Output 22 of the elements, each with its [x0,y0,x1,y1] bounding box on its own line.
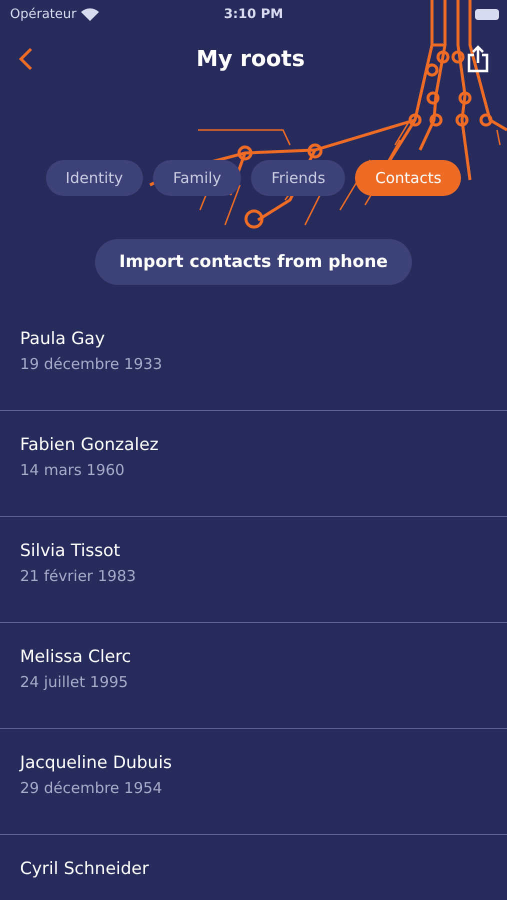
contact-name[interactable]: Cyril Schneider [20,859,487,879]
contact-name[interactable]: Silvia Tissot [20,541,487,561]
back-icon[interactable] [18,47,34,71]
contact-date: 21 février 1983 [20,567,137,585]
contact-date: 14 mars 1960 [20,461,126,479]
tab[interactable]: Family [153,160,242,196]
wifi-icon [81,8,100,20]
contact-date: 24 juillet 1995 [20,673,130,691]
clock: 3:10 PM [224,6,284,22]
contact-name[interactable]: Jacqueline Dubuis [20,753,487,773]
contact-name[interactable]: Melissa Clerc [20,647,487,667]
contact-date: 29 décembre 1954 [20,779,164,797]
battery-icon [475,8,499,20]
import-contacts-button[interactable]: Import contacts from phone [95,239,412,285]
carrier-label: Opérateur [10,6,76,22]
share-icon[interactable] [467,45,489,73]
screen-title: My roots [196,46,305,72]
tab[interactable]: Identity [46,160,144,196]
contact-date: 19 décembre 1933 [20,355,164,373]
contact-name[interactable]: Fabien Gonzalez [20,435,487,455]
tab[interactable]: Friends [251,160,346,196]
contact-name[interactable]: Paula Gay [20,329,487,349]
